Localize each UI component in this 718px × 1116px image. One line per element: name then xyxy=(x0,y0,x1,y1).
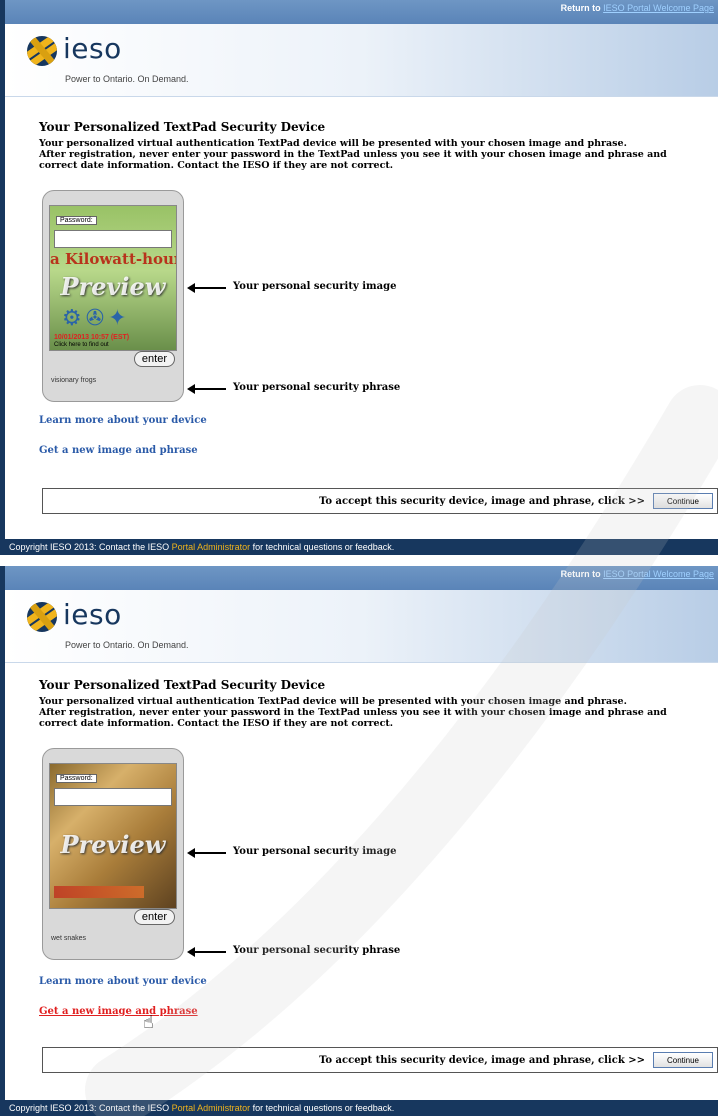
get-new-image-link[interactable]: Get a new image and phrase xyxy=(39,445,198,456)
footer-suffix: for technical questions or feedback. xyxy=(252,1103,395,1113)
footer: Copyright IESO 2013: Contact the IESO Po… xyxy=(5,1100,718,1116)
hint-link[interactable]: Click here to find out xyxy=(54,342,109,348)
page-title: Your Personalized TextPad Security Devic… xyxy=(39,120,326,134)
continue-button[interactable]: Continue xyxy=(653,1052,713,1068)
return-link-container: Return to IESO Portal Welcome Page xyxy=(561,569,714,579)
description: Your personalized virtual authentication… xyxy=(39,696,718,729)
learn-more-link[interactable]: Learn more about your device xyxy=(39,415,207,426)
screenshot-panel-1: Return to IESO Portal Welcome Page ieso … xyxy=(0,0,718,555)
logo-wordmark: ieso xyxy=(63,598,122,631)
arrow-left-icon xyxy=(187,947,226,957)
enter-button[interactable]: enter xyxy=(133,351,175,367)
accept-text: To accept this security device, image an… xyxy=(319,496,645,507)
date-time-stamp xyxy=(54,886,144,898)
hand-cursor-icon: ☝ xyxy=(143,1012,154,1033)
preview-watermark: Preview xyxy=(60,272,166,301)
portal-admin-link[interactable]: Portal Administrator xyxy=(172,1103,251,1113)
arrow-left-icon xyxy=(187,384,226,394)
learn-more-link[interactable]: Learn more about your device xyxy=(39,976,207,987)
security-phrase-label: Your personal security phrase xyxy=(233,382,401,393)
accept-bar: To accept this security device, image an… xyxy=(42,1047,718,1073)
password-input[interactable] xyxy=(54,788,172,806)
date-time-stamp: 10/01/2013 10:57 (EST) xyxy=(54,334,130,341)
return-prefix: Return to xyxy=(560,569,601,579)
screenshot-panel-2: Return to IESO Portal Welcome Page ieso … xyxy=(0,566,718,1116)
footer-prefix: Copyright IESO 2013: Contact the IESO xyxy=(9,1103,170,1113)
return-link-container: Return to IESO Portal Welcome Page xyxy=(561,3,714,13)
return-welcome-link[interactable]: IESO Portal Welcome Page xyxy=(603,569,714,579)
password-label: Password: xyxy=(56,774,97,783)
page-title: Your Personalized TextPad Security Devic… xyxy=(39,678,326,692)
continue-button[interactable]: Continue xyxy=(653,493,713,509)
top-bar: Return to IESO Portal Welcome Page xyxy=(5,566,718,590)
security-phrase: wet snakes xyxy=(51,935,87,942)
get-new-image-link[interactable]: Get a new image and phrase xyxy=(39,1006,198,1017)
logo-wordmark: ieso xyxy=(63,32,122,65)
return-prefix: Return to xyxy=(560,3,601,13)
tools-icon: ⚙✇✦ xyxy=(62,306,131,331)
textpad-device: Password: a Kilowatt-hour? Preview ⚙✇✦ 1… xyxy=(42,190,184,402)
password-label: Password: xyxy=(56,216,97,225)
textpad-device: Password: Preview enter wet snakes xyxy=(42,748,184,960)
description-line: correct date information. Contact the IE… xyxy=(39,160,394,171)
ieso-logo-icon xyxy=(27,602,57,632)
footer-prefix: Copyright IESO 2013: Contact the IESO xyxy=(9,542,170,552)
description-line: After registration, never enter your pas… xyxy=(39,149,667,160)
security-image-label: Your personal security image xyxy=(233,281,397,292)
return-welcome-link[interactable]: IESO Portal Welcome Page xyxy=(603,3,714,13)
header: ieso Power to Ontario. On Demand. xyxy=(5,590,718,663)
ieso-logo-icon xyxy=(27,36,57,66)
arrow-left-icon xyxy=(187,283,226,293)
arrow-left-icon xyxy=(187,848,226,858)
description-line: After registration, never enter your pas… xyxy=(39,707,667,718)
image-caption: a Kilowatt-hour? xyxy=(50,250,176,268)
tagline: Power to Ontario. On Demand. xyxy=(65,640,189,650)
accept-bar: To accept this security device, image an… xyxy=(42,488,718,514)
preview-watermark: Preview xyxy=(60,830,166,859)
description-line: Your personalized virtual authentication… xyxy=(39,138,627,149)
footer: Copyright IESO 2013: Contact the IESO Po… xyxy=(5,539,718,555)
top-bar: Return to IESO Portal Welcome Page xyxy=(5,0,718,24)
enter-button[interactable]: enter xyxy=(133,909,175,925)
description: Your personalized virtual authentication… xyxy=(39,138,718,171)
security-image: Password: Preview xyxy=(49,763,177,909)
security-phrase-label: Your personal security phrase xyxy=(233,945,401,956)
footer-suffix: for technical questions or feedback. xyxy=(252,542,395,552)
header: ieso Power to Ontario. On Demand. xyxy=(5,24,718,97)
portal-admin-link[interactable]: Portal Administrator xyxy=(172,542,251,552)
security-image: Password: a Kilowatt-hour? Preview ⚙✇✦ 1… xyxy=(49,205,177,351)
accept-text: To accept this security device, image an… xyxy=(319,1055,645,1066)
security-image-label: Your personal security image xyxy=(233,846,397,857)
password-input[interactable] xyxy=(54,230,172,248)
tagline: Power to Ontario. On Demand. xyxy=(65,74,189,84)
security-phrase: visionary frogs xyxy=(51,377,97,384)
description-line: Your personalized virtual authentication… xyxy=(39,696,627,707)
description-line: correct date information. Contact the IE… xyxy=(39,718,394,729)
